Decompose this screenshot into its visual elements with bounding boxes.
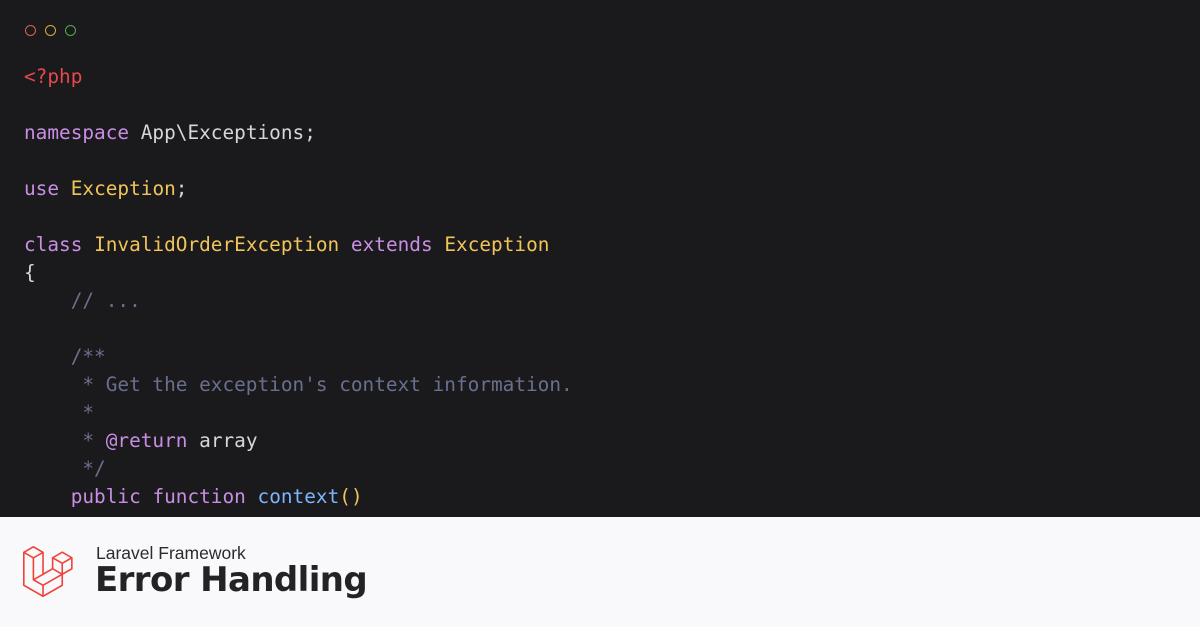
code-line: public function context() <box>24 483 573 511</box>
code-line: /** <box>24 343 573 371</box>
code-token: * Get the exception's context informatio… <box>24 373 573 396</box>
code-line: <?php <box>24 63 573 91</box>
window-controls <box>25 25 76 36</box>
code-token: context <box>257 485 340 508</box>
code-token: class <box>24 233 83 256</box>
footer-title: Error Handling <box>95 560 368 600</box>
code-editor: <?php namespace App\Exceptions; use Except… <box>0 0 1200 517</box>
code-line: */ <box>24 455 573 483</box>
code-token: extends <box>350 233 433 256</box>
code-token: * <box>24 401 95 424</box>
code-token: public <box>70 485 141 508</box>
code-token: ; <box>175 177 188 200</box>
code-token: <?php <box>24 65 83 88</box>
code-token: array <box>187 429 258 452</box>
code-line: * @return array <box>24 427 573 455</box>
code-token: App\Exceptions; <box>129 121 316 144</box>
code-line: * <box>24 399 573 427</box>
code-token: InvalidOrderException <box>94 233 340 256</box>
code-token: { <box>24 261 36 284</box>
minimize-dot-icon[interactable] <box>45 25 56 36</box>
close-dot-icon[interactable] <box>25 25 36 36</box>
code-block: <?php namespace App\Exceptions; use Except… <box>24 63 573 511</box>
code-token: * <box>24 429 106 452</box>
code-line: use Exception; <box>24 175 573 203</box>
code-token: use <box>24 177 60 200</box>
code-token: */ <box>24 457 106 480</box>
code-token: @return <box>105 429 188 452</box>
code-token: function <box>152 485 246 508</box>
code-token: namespace <box>24 121 130 144</box>
code-token: () <box>339 485 363 508</box>
code-token: Exception <box>70 177 176 200</box>
code-line: namespace App\Exceptions; <box>24 119 573 147</box>
maximize-dot-icon[interactable] <box>65 25 76 36</box>
code-token: /** <box>24 345 106 368</box>
laravel-logo-icon <box>23 546 73 598</box>
code-token: Exception <box>444 233 550 256</box>
code-line: // ... <box>24 287 573 315</box>
code-line: class InvalidOrderException extends Exce… <box>24 231 573 259</box>
code-token: // ... <box>24 289 141 312</box>
code-line: * Get the exception's context informatio… <box>24 371 573 399</box>
code-line: { <box>24 259 573 287</box>
